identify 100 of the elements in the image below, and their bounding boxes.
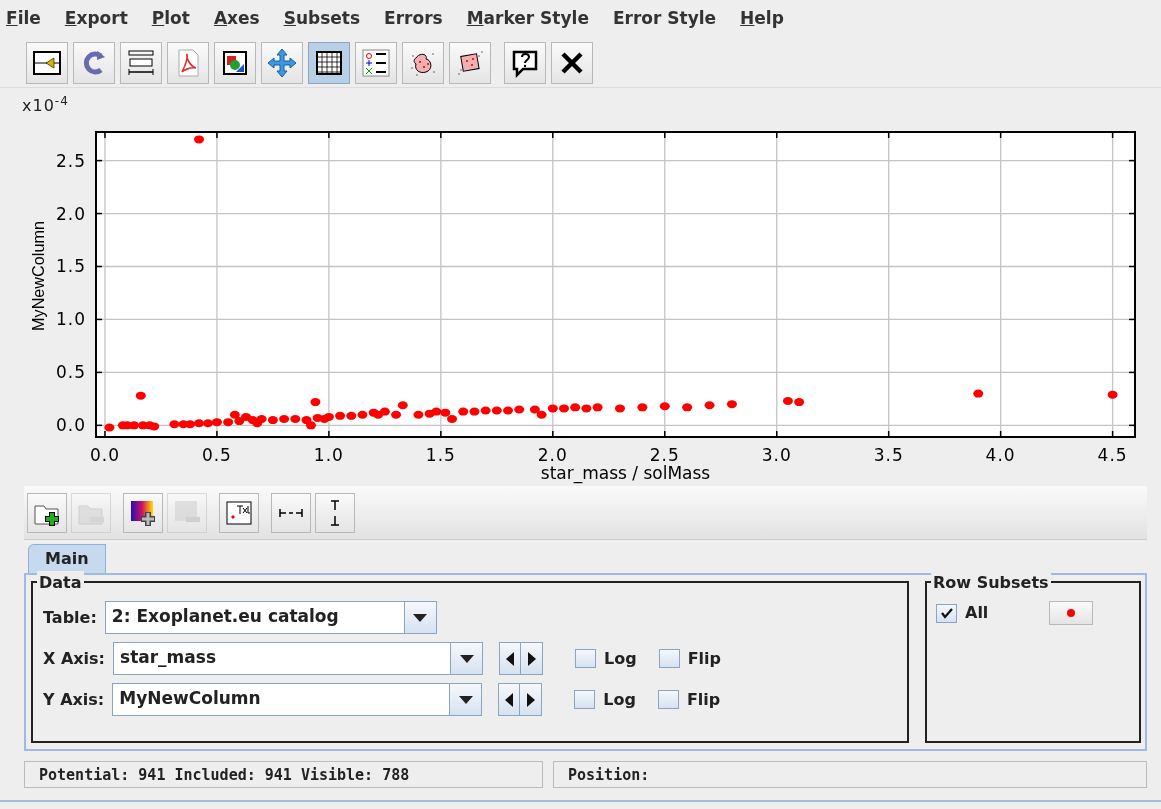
check-icon — [939, 607, 954, 619]
field-label: Y Axis: — [43, 688, 105, 711]
data-point — [559, 404, 569, 413]
data-point — [305, 421, 316, 430]
checkbox-label: All — [965, 602, 989, 624]
y-axis-label: MyNewColumn — [30, 222, 47, 331]
field-label: X Axis: — [43, 647, 105, 670]
data-point — [185, 420, 196, 429]
data-point — [514, 405, 525, 414]
menu-item[interactable]: File — [6, 6, 41, 32]
data-point — [726, 400, 737, 409]
data-point — [229, 410, 240, 419]
layer-toolbar-button[interactable] — [315, 492, 355, 533]
data-point — [310, 398, 321, 407]
y-tick-label: 1.0 — [55, 309, 86, 330]
data-point — [480, 406, 491, 415]
data-point — [536, 410, 547, 419]
menu-item[interactable]: Marker Style — [466, 6, 589, 32]
data-point — [397, 401, 408, 410]
toolbar-button[interactable] — [308, 41, 350, 84]
y-tick-label: 2.0 — [55, 203, 86, 224]
data-point — [267, 416, 278, 425]
axis-dropdown[interactable]: star_mass — [113, 642, 483, 675]
data-point — [357, 410, 368, 419]
x-tick-label: 3.0 — [761, 445, 792, 465]
data-point — [440, 408, 451, 417]
data-point — [135, 391, 146, 400]
layer-toolbar-button[interactable] — [271, 492, 311, 533]
menu-item[interactable]: Error Style — [612, 6, 717, 32]
title-icon — [126, 47, 156, 78]
data-point — [149, 422, 160, 431]
toolbar-button[interactable] — [120, 41, 162, 84]
data-point — [391, 410, 402, 419]
checkbox-label: Flip — [687, 647, 721, 670]
data-point — [129, 421, 140, 430]
data-point — [570, 403, 581, 412]
horizontal-range-icon — [279, 508, 303, 517]
data-point — [1107, 390, 1118, 399]
toolbar-button[interactable] — [551, 41, 593, 84]
data-point — [637, 403, 648, 412]
data-point — [458, 407, 469, 416]
log-checkbox[interactable] — [575, 649, 596, 668]
data-point — [581, 404, 592, 413]
y-tick-label: 1.5 — [55, 256, 86, 277]
log-checkbox[interactable] — [574, 690, 596, 709]
layer-toolbar-button[interactable] — [27, 492, 67, 533]
data-point — [104, 423, 115, 432]
right-arrow-icon — [526, 692, 535, 707]
move-icon — [267, 47, 297, 78]
data-point — [547, 404, 558, 413]
menu-item[interactable]: Subsets — [283, 6, 361, 32]
x-axis-label: star_mass / solMass — [540, 463, 711, 483]
status-counts: Potential: 941 Included: 941 Visible: 788 — [24, 761, 543, 788]
toolbar-button[interactable] — [214, 41, 256, 84]
toolbar-button[interactable] — [402, 41, 444, 84]
marker-style-button[interactable] — [1049, 601, 1093, 625]
toolbar-button[interactable] — [355, 41, 397, 84]
toolbar-button[interactable] — [449, 41, 491, 84]
dropdown-arrow-icon — [413, 613, 428, 622]
table-dropdown[interactable]: 2: Exoplanet.eu catalog — [104, 601, 437, 634]
y-tick-label: 0.0 — [55, 415, 86, 436]
data-point — [592, 403, 603, 412]
subset-checkbox[interactable] — [936, 603, 957, 623]
data-point — [223, 418, 234, 427]
x-tick-label: 1.5 — [425, 445, 456, 465]
menu-item[interactable]: Axes — [213, 6, 260, 32]
menu-item[interactable]: Plot — [151, 6, 190, 32]
vertical-range-icon — [331, 499, 339, 526]
data-point — [615, 404, 625, 413]
x-tick-label: 1.0 — [313, 445, 344, 465]
data-point — [169, 420, 180, 429]
axis-dropdown[interactable]: MyNewColumn — [112, 683, 483, 716]
tab[interactable]: Main — [28, 544, 106, 573]
field-label: Table: — [43, 606, 97, 629]
flip-checkbox[interactable] — [658, 649, 680, 668]
menu-item[interactable]: Help — [740, 6, 784, 32]
dropdown-arrow-icon — [458, 695, 473, 704]
data-point — [491, 406, 502, 415]
data-point — [469, 407, 480, 416]
x-tick-label: 4.0 — [985, 445, 1016, 465]
data-point — [241, 412, 252, 421]
data-point — [413, 410, 424, 419]
data-point — [682, 403, 693, 412]
menu-item[interactable]: Export — [64, 6, 128, 32]
x-tick-label: 4.5 — [1097, 445, 1128, 465]
toolbar-button[interactable] — [26, 41, 68, 84]
data-point — [323, 412, 334, 421]
dropdown-arrow-icon — [459, 654, 474, 663]
marker-legend-icon — [361, 47, 391, 78]
data-point — [659, 402, 670, 411]
toolbar-button[interactable] — [504, 41, 546, 84]
data-point — [234, 417, 245, 426]
x-tick-label: 3.5 — [873, 445, 904, 465]
left-arrow-icon — [506, 651, 514, 666]
flip-checkbox[interactable] — [657, 690, 679, 709]
menu-item[interactable]: Errors — [384, 6, 443, 32]
layer-toolbar-button[interactable] — [123, 492, 163, 533]
y-tick-label: 0.5 — [55, 362, 86, 383]
x-tick-label: 0.5 — [201, 445, 232, 465]
data-point — [503, 406, 513, 415]
